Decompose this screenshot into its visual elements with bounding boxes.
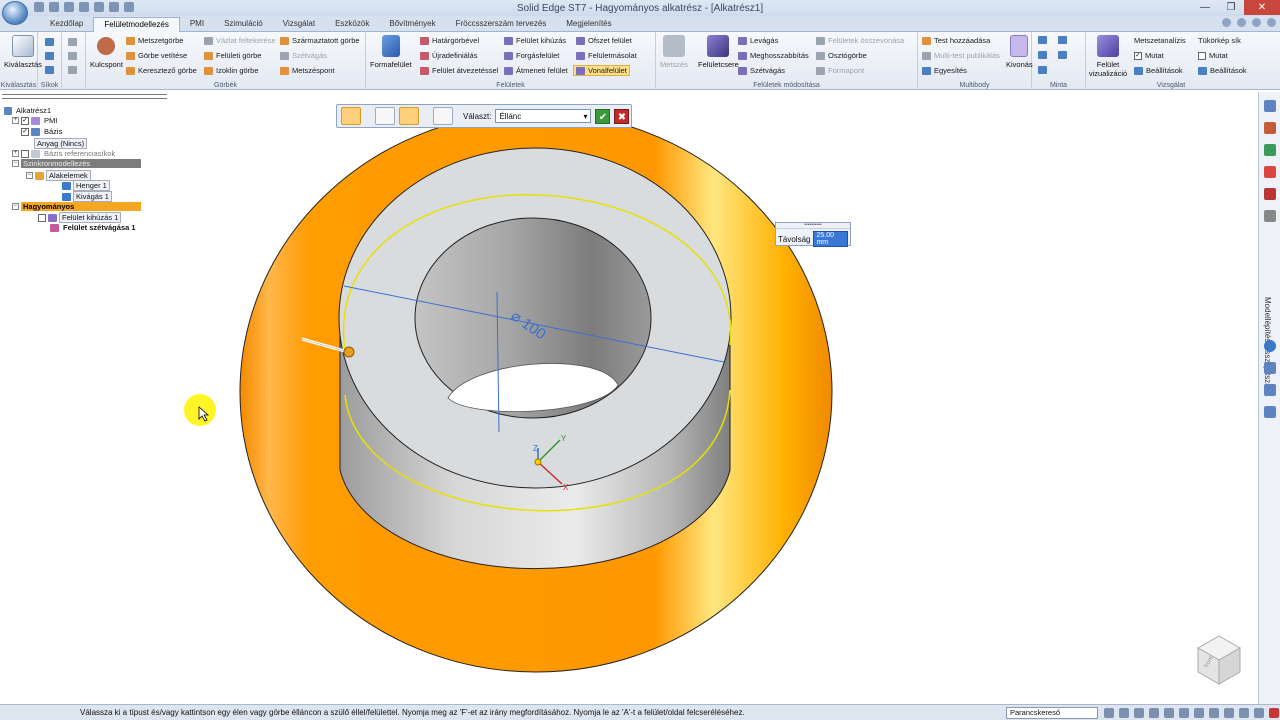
distance-label: Távolság — [778, 234, 811, 244]
status-bar: Válassza ki a típust és/vagy kattintson … — [0, 704, 1280, 720]
help-icon[interactable] — [1264, 340, 1276, 352]
prompt-text: Válassza ki a típust és/vagy kattintson … — [80, 708, 745, 717]
playback-icon[interactable] — [1264, 210, 1276, 222]
distance-dynamic-input: •••••••••• Távolság 25.00 mm — [775, 222, 851, 247]
z-axis-label: Z — [533, 444, 538, 453]
view-cube[interactable]: front — [1194, 632, 1244, 688]
youtube-icon[interactable] — [1264, 188, 1276, 200]
view-icon[interactable] — [1264, 362, 1276, 374]
cancel-button[interactable]: ✖ — [614, 108, 630, 124]
right-docking-bar: Modellépítés visszajátszása — [1258, 92, 1280, 704]
triad-origin[interactable] — [534, 458, 542, 466]
pan-icon[interactable] — [1149, 708, 1159, 718]
network-icon[interactable] — [1264, 384, 1276, 396]
x-axis-label: X — [563, 483, 569, 492]
zoom-area-icon[interactable] — [1104, 708, 1114, 718]
distance-input[interactable]: 25.00 mm — [813, 231, 848, 247]
step-side-button[interactable] — [375, 107, 395, 125]
family-icon[interactable] — [1264, 144, 1276, 156]
y-axis-label: Y — [561, 434, 567, 443]
accept-button[interactable]: ✔ — [595, 108, 611, 124]
select-dropdown[interactable]: Éllánc ▾ — [495, 109, 592, 123]
section-icon[interactable] — [1224, 708, 1234, 718]
layers-icon[interactable] — [1264, 100, 1276, 112]
chevron-down-icon: ▾ — [583, 111, 588, 121]
display-icon[interactable] — [1239, 708, 1249, 718]
settings-icon[interactable] — [1264, 406, 1276, 418]
rotate-icon[interactable] — [1164, 708, 1174, 718]
step-select-button[interactable] — [341, 107, 361, 125]
style-icon[interactable] — [1194, 708, 1204, 718]
render-icon[interactable] — [1209, 708, 1219, 718]
command-finder-input[interactable]: Parancskereső — [1006, 707, 1098, 719]
fit-icon[interactable] — [1134, 708, 1144, 718]
view-controls — [1104, 708, 1279, 718]
step-direction-button[interactable] — [399, 107, 419, 125]
direction-handle[interactable] — [343, 346, 355, 358]
views-icon[interactable] — [1179, 708, 1189, 718]
select-label: Választ: — [463, 111, 492, 121]
options-button[interactable] — [433, 107, 453, 125]
library-icon[interactable] — [1264, 122, 1276, 134]
record-icon[interactable] — [1269, 708, 1279, 718]
sensor-icon[interactable] — [1264, 166, 1276, 178]
mouse-pointer-icon — [198, 406, 210, 422]
zoom-icon[interactable] — [1119, 708, 1129, 718]
application-button[interactable] — [2, 1, 28, 25]
command-bar: Választ: Éllánc ▾ ✔ ✖ — [336, 104, 632, 128]
model-view: ⌀ 100 Z Y X — [239, 111, 833, 673]
selection-filter-icon[interactable] — [1254, 708, 1264, 718]
